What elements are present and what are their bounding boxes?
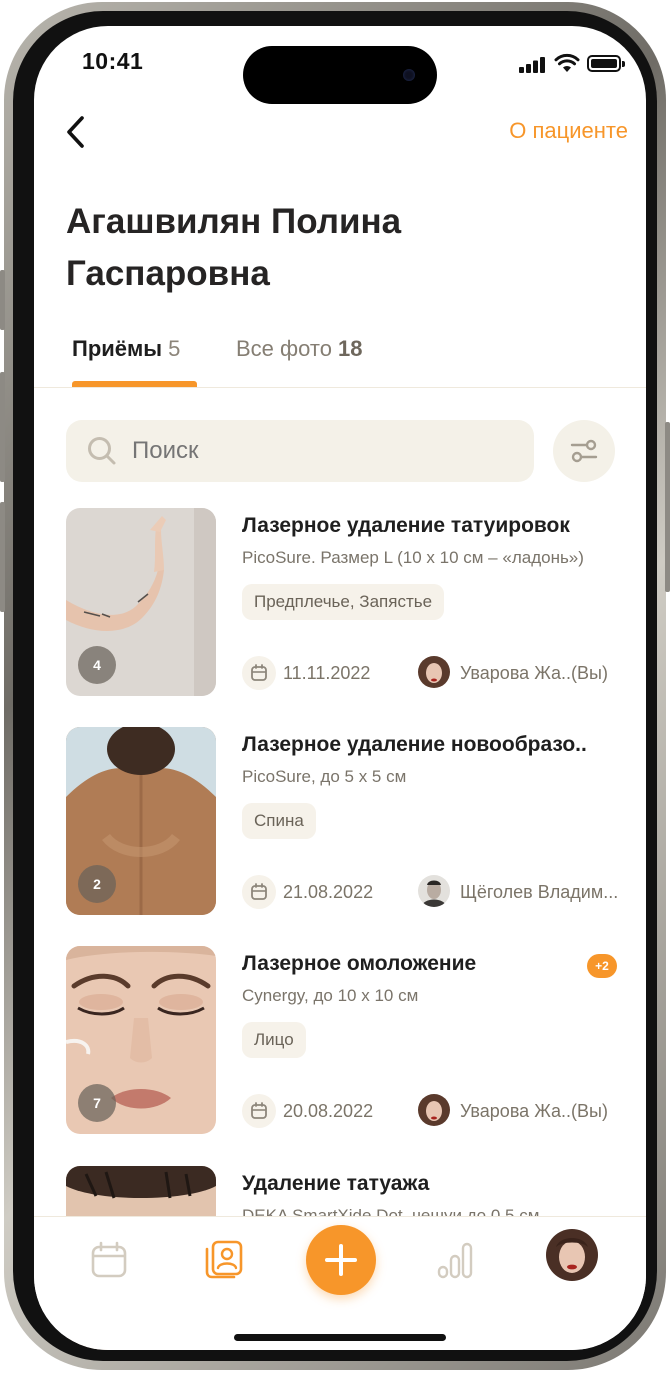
date-text: 20.08.2022 (283, 1101, 374, 1121)
tab-count: 5 (168, 336, 181, 361)
photo-count-badge: 2 (78, 865, 116, 903)
about-patient-link[interactable]: О пациенте (509, 118, 628, 144)
phone-frame: 10:41 О пациенте Агашвилян Полина Гаспар… (0, 2, 670, 1370)
appointment-photo[interactable]: 7 (66, 946, 216, 1134)
extra-procedures-badge: +2 (587, 954, 617, 978)
doctor-info: Уварова Жа..(Вы) (418, 1094, 626, 1128)
doctor-avatar (418, 656, 450, 688)
calendar-icon[interactable] (90, 1241, 128, 1279)
bottom-tab-bar (34, 1216, 646, 1350)
add-button[interactable] (306, 1225, 376, 1295)
tab-all-photos[interactable]: Все фото 18 (236, 336, 362, 362)
mute-switch (0, 270, 5, 330)
volume-down-button (0, 502, 5, 612)
dynamic-island (243, 46, 437, 104)
doctor-avatar (418, 875, 450, 907)
status-time: 10:41 (82, 48, 144, 74)
wifi-icon (554, 53, 580, 72)
appointment-photo[interactable]: 4 (66, 508, 216, 696)
zone-chip: Лицо (242, 1022, 306, 1058)
search-icon (88, 437, 116, 465)
search-input[interactable] (132, 437, 512, 465)
procedure-details: PicoSure, до 5 х 5 см (242, 767, 407, 786)
procedure-details: PicoSure. Размер L (10 х 10 см – «ладонь… (242, 548, 584, 567)
patient-name: Агашвилян Полина Гаспаровна (66, 202, 402, 293)
procedure-title: Лазерное удаление татуировок (242, 514, 570, 537)
calendar-small-icon (242, 656, 276, 690)
patients-icon[interactable] (204, 1239, 244, 1279)
tabs-divider (34, 387, 646, 388)
doctor-name: Щёголев Владим... (460, 882, 619, 902)
date-text: 11.11.2022 (283, 663, 371, 683)
front-camera (403, 69, 415, 81)
procedure-title: Удаление татуажа (242, 1172, 430, 1195)
filter-button[interactable] (553, 420, 615, 482)
chevron-left-icon[interactable] (62, 112, 92, 152)
photo-count-badge: 4 (78, 646, 116, 684)
appointment-card[interactable]: 2 Лазерное удаление новообразо.. PicoSur… (66, 727, 626, 915)
plus-icon (325, 1244, 357, 1276)
tab-count: 18 (337, 336, 363, 361)
zone-chip: Предплечье, Запястье (242, 584, 445, 620)
procedure-details: Cynergy, до 10 х 10 см (242, 986, 419, 1005)
date-text: 21.08.2022 (283, 882, 374, 902)
screen: 10:41 О пациенте Агашвилян Полина Гаспар… (34, 26, 646, 1350)
procedure-title: Лазерное омоложение (242, 952, 477, 975)
power-button (665, 422, 670, 592)
doctor-name: Уварова Жа..(Вы) (460, 1101, 608, 1121)
procedure-title: Лазерное удаление новообразо.. (242, 733, 587, 756)
calendar-small-icon (242, 875, 276, 909)
tab-label: Приёмы (72, 336, 163, 361)
photo-count-badge: 7 (78, 1084, 116, 1122)
filter-icon (570, 439, 598, 463)
tab-label: Все фото (236, 336, 332, 361)
doctor-info: Щёголев Владим... (418, 875, 626, 909)
tab-appointments[interactable]: Приёмы 5 (72, 336, 180, 362)
doctor-name: Уварова Жа..(Вы) (460, 663, 608, 683)
appointment-card[interactable]: 7 Лазерное омоложение +2 Cynergy, до 10 … (66, 946, 626, 1134)
stats-icon[interactable] (437, 1241, 473, 1279)
search-field[interactable] (66, 420, 534, 482)
volume-up-button (0, 372, 5, 482)
calendar-small-icon (242, 1094, 276, 1128)
profile-avatar[interactable] (546, 1229, 598, 1281)
zone-chip: Спина (242, 803, 316, 839)
battery-icon (587, 55, 625, 72)
appointment-card[interactable]: 4 Лазерное удаление татуировок PicoSure.… (66, 508, 626, 696)
appointment-photo[interactable]: 2 (66, 727, 216, 915)
doctor-info: Уварова Жа..(Вы) (418, 656, 626, 690)
cellular-signal-icon (519, 57, 545, 73)
doctor-avatar (418, 1094, 450, 1126)
home-indicator (234, 1334, 446, 1341)
